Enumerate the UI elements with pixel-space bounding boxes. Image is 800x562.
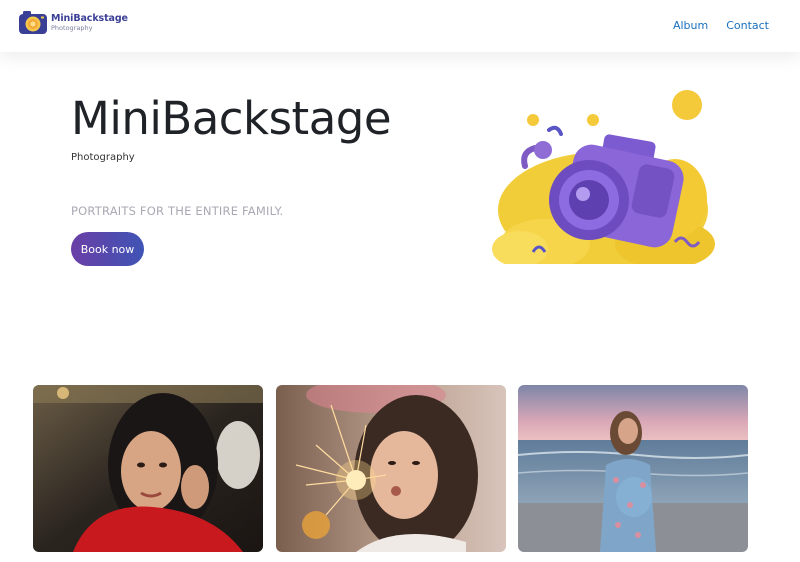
camera-illustration	[485, 90, 725, 268]
hero-tagline: PORTRAITS FOR THE ENTIRE FAMILY.	[71, 204, 284, 218]
gallery-photo-portrait[interactable]	[33, 385, 263, 552]
gallery-photo-sparkler[interactable]	[276, 385, 506, 552]
hero-subtitle: Photography	[71, 152, 135, 163]
nav-album-link[interactable]: Album	[673, 19, 708, 32]
hero-title: MiniBackstage	[71, 92, 392, 145]
portrait-woman-image	[33, 385, 263, 552]
brand-name: MiniBackstage	[51, 13, 128, 24]
top-navbar: MiniBackstage Photography Album Contact	[0, 0, 800, 52]
gallery-photo-beach[interactable]	[518, 385, 748, 552]
camera-logo-icon	[19, 11, 47, 34]
brand-tagline: Photography	[51, 23, 93, 32]
nav-contact-link[interactable]: Contact	[726, 19, 769, 32]
main-nav: Album Contact	[655, 19, 769, 32]
brand-logo-link[interactable]: MiniBackstage Photography	[18, 10, 128, 35]
pregnant-woman-beach-image	[518, 385, 748, 552]
book-now-button[interactable]: Book now	[71, 232, 144, 266]
girl-sparkler-image	[276, 385, 506, 552]
